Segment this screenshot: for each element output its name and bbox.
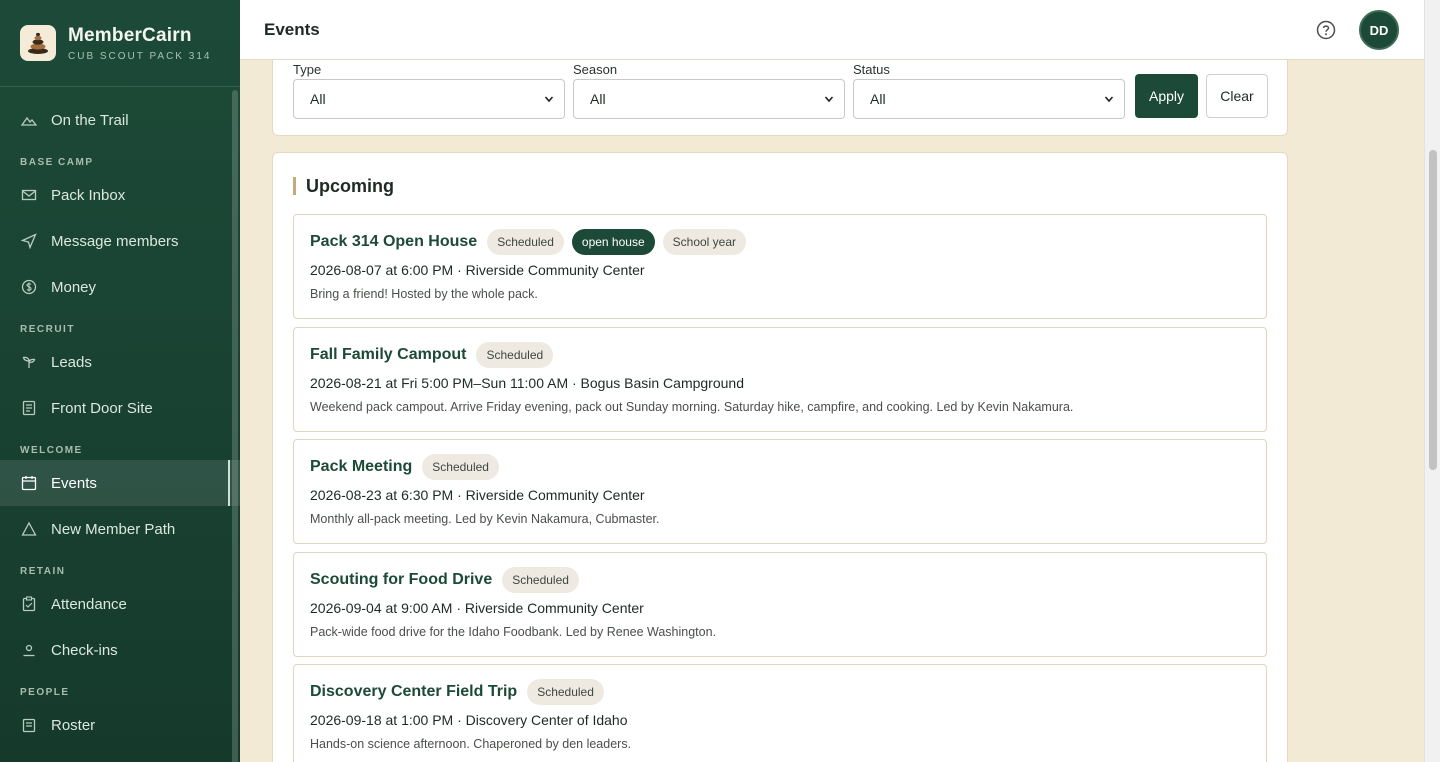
sidebar-item-label: Roster — [51, 716, 96, 734]
sidebar-item-check-ins[interactable]: Check-ins — [0, 627, 240, 673]
sidebar: MemberCairn CUB SCOUT PACK 314 On the Tr… — [0, 0, 240, 762]
season-select[interactable]: All — [573, 79, 845, 119]
sidebar-item-label: Message members — [51, 232, 179, 250]
type-select[interactable]: All — [293, 79, 565, 119]
apply-button[interactable]: Apply — [1135, 74, 1198, 118]
help-icon[interactable] — [1316, 20, 1336, 40]
brand-subtitle: CUB SCOUT PACK 314 — [68, 50, 212, 62]
event-description: Weekend pack campout. Arrive Friday even… — [310, 400, 1074, 414]
sidebar-item-money[interactable]: Money — [0, 264, 240, 310]
upcoming-card: Upcoming Pack 314 Open House Scheduled o… — [272, 152, 1288, 762]
type-badge: open house — [571, 229, 655, 255]
sprout-icon — [20, 353, 38, 371]
event-description: Monthly all-pack meeting. Led by Kevin N… — [310, 512, 660, 526]
event-description: Pack-wide food drive for the Idaho Foodb… — [310, 625, 717, 639]
event-title[interactable]: Fall Family Campout — [310, 346, 466, 364]
document-icon — [20, 399, 38, 417]
event-title[interactable]: Discovery Center Field Trip — [310, 683, 517, 701]
sidebar-item-label: Pack Inbox — [51, 186, 126, 204]
sidebar-item-on-the-trail[interactable]: On the Trail — [0, 97, 240, 143]
sidebar-item-roster[interactable]: Roster — [0, 702, 240, 748]
triangle-icon — [20, 520, 38, 538]
filter-card: Type All Season All Status All Apply Cle… — [272, 60, 1288, 136]
type-filter: Type All — [293, 61, 565, 119]
mail-icon — [20, 186, 38, 204]
status-badge: Scheduled — [487, 229, 564, 255]
status-filter: Status All — [853, 61, 1125, 119]
sidebar-item-message-members[interactable]: Message members — [0, 218, 240, 264]
status-label: Status — [853, 62, 890, 77]
brand-name: MemberCairn — [68, 24, 192, 46]
status-badge: Scheduled — [422, 454, 499, 480]
type-label: Type — [293, 62, 322, 77]
list-icon — [20, 716, 38, 734]
sidebar-item-label: New Member Path — [51, 520, 176, 538]
section-base-camp: BASE CAMP — [20, 157, 94, 168]
event-when: 2026-08-07 at 6:00 PM · Riverside Commun… — [310, 262, 645, 278]
event-title[interactable]: Scouting for Food Drive — [310, 571, 492, 589]
event-when: 2026-09-04 at 9:00 AM · Riverside Commun… — [310, 600, 644, 616]
top-bar: Events DD — [240, 0, 1424, 60]
send-icon — [20, 232, 38, 250]
page-scrollbar[interactable] — [1424, 0, 1440, 762]
season-badge: School year — [662, 229, 747, 255]
sidebar-item-front-door-site[interactable]: Front Door Site — [0, 385, 240, 431]
dollar-icon — [20, 278, 38, 296]
page-title: Events — [264, 19, 320, 39]
type-select-value: All — [310, 91, 326, 107]
event-when: 2026-09-18 at 1:00 PM · Discovery Center… — [310, 712, 628, 728]
section-recruit: RECRUIT — [20, 324, 75, 335]
status-badge: Scheduled — [527, 679, 604, 705]
sidebar-item-label: Events — [51, 474, 97, 492]
chevron-down-icon — [824, 96, 834, 103]
chevron-down-icon — [544, 96, 554, 103]
sidebar-item-events[interactable]: Events — [0, 460, 240, 506]
avatar[interactable]: DD — [1359, 10, 1399, 50]
sidebar-item-label: Front Door Site — [51, 399, 153, 417]
event-description: Hands-on science afternoon. Chaperoned b… — [310, 737, 632, 751]
status-badge: Scheduled — [476, 342, 554, 368]
section-people: PEOPLE — [20, 687, 70, 698]
clipboard-icon — [20, 595, 38, 613]
status-badge: Scheduled — [502, 567, 579, 593]
event-card[interactable]: Pack 314 Open House Scheduled open house… — [293, 214, 1267, 319]
event-title[interactable]: Pack Meeting — [310, 458, 412, 476]
status-select[interactable]: All — [853, 79, 1125, 119]
main-content: Type All Season All Status All Apply Cle… — [240, 60, 1424, 762]
section-retain: RETAIN — [20, 566, 66, 577]
cairn-logo-icon — [20, 25, 56, 61]
clear-button[interactable]: Clear — [1206, 74, 1268, 118]
calendar-icon — [20, 474, 38, 492]
event-when: 2026-08-23 at 6:30 PM · Riverside Commun… — [310, 487, 645, 503]
section-welcome: WELCOME — [20, 445, 83, 456]
sidebar-item-leads[interactable]: Leads — [0, 339, 240, 385]
event-description: Bring a friend! Hosted by the whole pack… — [310, 287, 538, 301]
sidebar-item-label: Money — [51, 278, 97, 296]
event-card[interactable]: Fall Family Campout Scheduled 2026-08-21… — [293, 327, 1267, 432]
sidebar-item-label: Check-ins — [51, 641, 118, 659]
sidebar-item-attendance[interactable]: Attendance — [0, 581, 240, 627]
event-card[interactable]: Scouting for Food Drive Scheduled 2026-0… — [293, 552, 1267, 657]
season-label: Season — [573, 62, 618, 77]
event-card[interactable]: Discovery Center Field Trip Scheduled 20… — [293, 664, 1267, 762]
sidebar-item-pack-inbox[interactable]: Pack Inbox — [0, 172, 240, 218]
event-when: 2026-08-21 at Fri 5:00 PM–Sun 11:00 AM ·… — [310, 375, 744, 391]
page-scrollbar-thumb[interactable] — [1429, 150, 1437, 470]
upcoming-heading: Upcoming — [293, 177, 394, 195]
chevron-down-icon — [1104, 96, 1114, 103]
status-select-value: All — [870, 91, 886, 107]
season-select-value: All — [590, 91, 606, 107]
sidebar-scrollbar[interactable] — [232, 90, 238, 762]
event-title[interactable]: Pack 314 Open House — [310, 233, 477, 251]
season-filter: Season All — [573, 61, 845, 119]
brand[interactable]: MemberCairn CUB SCOUT PACK 314 — [0, 0, 240, 87]
sidebar-item-new-member-path[interactable]: New Member Path — [0, 506, 240, 552]
person-icon — [20, 641, 38, 659]
sidebar-item-label: Attendance — [51, 595, 127, 613]
mountain-icon — [20, 111, 38, 129]
sidebar-item-label: On the Trail — [51, 111, 129, 129]
sidebar-item-label: Leads — [51, 353, 92, 371]
event-card[interactable]: Pack Meeting Scheduled 2026-08-23 at 6:3… — [293, 439, 1267, 544]
sidebar-nav: On the Trail BASE CAMP Pack Inbox Messag… — [0, 87, 240, 748]
